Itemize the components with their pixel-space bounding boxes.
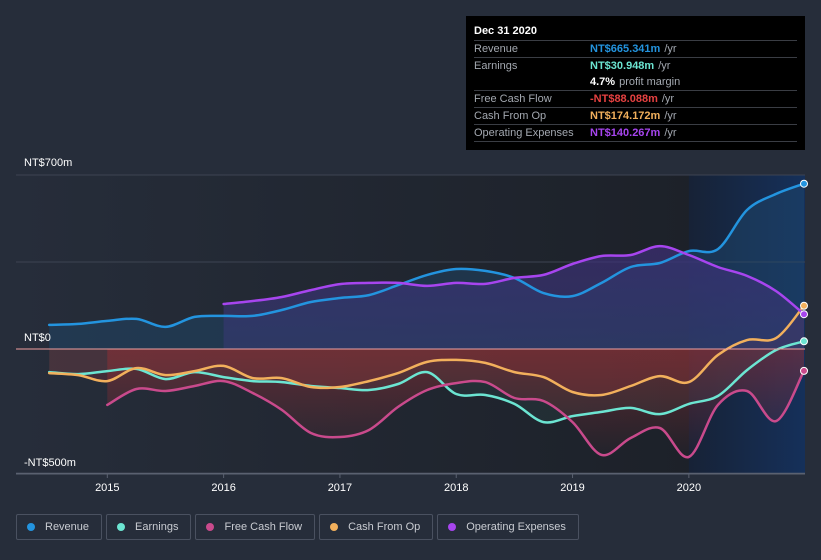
earnings-end-point: [800, 337, 808, 346]
x-tick-label: 2015: [95, 482, 119, 494]
tooltip-row-unit: /yr: [664, 127, 677, 139]
revenue-end-point: [800, 179, 808, 188]
legend-item-earnings[interactable]: Earnings: [106, 514, 192, 540]
x-tick-label: 2017: [328, 482, 352, 494]
tooltip-row-label: [474, 74, 590, 90]
x-tick-label: 2019: [560, 482, 584, 494]
tooltip-row-label: Operating Expenses: [474, 127, 574, 139]
tooltip-row: 4.7% profit margin: [474, 74, 797, 91]
tooltip-row-label: Cash From Op: [474, 110, 547, 122]
tooltip-row-label: Free Cash Flow: [474, 93, 552, 105]
legend-dot-icon: [330, 523, 339, 531]
tooltip-date: Dec 31 2020: [474, 24, 797, 41]
legend-label: Operating Expenses: [466, 521, 566, 533]
x-tick-label: 2016: [211, 482, 235, 494]
legend: Revenue Earnings Free Cash Flow Cash From O…: [16, 514, 579, 540]
tooltip-row-value: 4.7%: [590, 76, 616, 88]
tooltip-row-unit: /yr: [658, 60, 671, 72]
free-cash-flow-end-point: [800, 366, 808, 375]
legend-dot-icon: [117, 523, 126, 531]
x-tick-label: 2020: [677, 482, 701, 494]
y-tick-label-neg500: -NT$500m: [24, 457, 76, 469]
legend-item-cash-from-op[interactable]: Cash From Op: [319, 514, 434, 540]
tooltip-row: Free Cash Flow -NT$88.088m/yr: [474, 91, 797, 108]
operating-expenses-end-point: [800, 310, 808, 319]
legend-label: Earnings: [135, 521, 179, 533]
legend-dot-icon: [448, 523, 457, 531]
tooltip-row: Revenue NT$665.341m/yr: [474, 41, 797, 58]
legend-label: Free Cash Flow: [224, 521, 303, 533]
tooltip-row-label: Earnings: [474, 60, 518, 72]
tooltip-row: Cash From Op NT$174.172m/yr: [474, 108, 797, 125]
tooltip-row: Earnings NT$30.948m/yr: [474, 58, 797, 74]
tooltip-row-value: NT$140.267m: [590, 127, 661, 139]
legend-dot-icon: [206, 523, 215, 531]
tooltip-row-unit: /yr: [661, 93, 675, 105]
legend-item-operating-expenses[interactable]: Operating Expenses: [437, 514, 579, 540]
tooltip-row-value: NT$30.948m: [590, 60, 655, 72]
legend-item-free-cash-flow[interactable]: Free Cash Flow: [195, 514, 316, 540]
x-tick-label: 2018: [444, 482, 468, 494]
legend-item-revenue[interactable]: Revenue: [16, 514, 103, 540]
tooltip-row: Operating Expenses NT$140.267m/yr: [474, 125, 797, 142]
tooltip-row-unit: /yr: [664, 110, 677, 122]
legend-label: Revenue: [45, 521, 90, 533]
tooltip-row-label: Revenue: [474, 43, 519, 55]
y-tick-label-700: NT$700m: [24, 157, 72, 169]
tooltip-row-value: NT$174.172m: [590, 110, 661, 122]
tooltip-row-value: -NT$88.088m: [590, 93, 658, 105]
cash-from-op-end-point: [800, 301, 808, 310]
tooltip-panel: Dec 31 2020 Revenue NT$665.341m/yr Earning…: [466, 16, 805, 150]
tooltip-row-value: NT$665.341m: [590, 43, 661, 55]
tooltip-row-unit: profit margin: [619, 76, 681, 88]
y-tick-label-0: NT$0: [24, 332, 51, 344]
legend-dot-icon: [27, 523, 35, 531]
legend-label: Cash From Op: [348, 521, 421, 533]
tooltip-row-unit: /yr: [664, 43, 677, 55]
